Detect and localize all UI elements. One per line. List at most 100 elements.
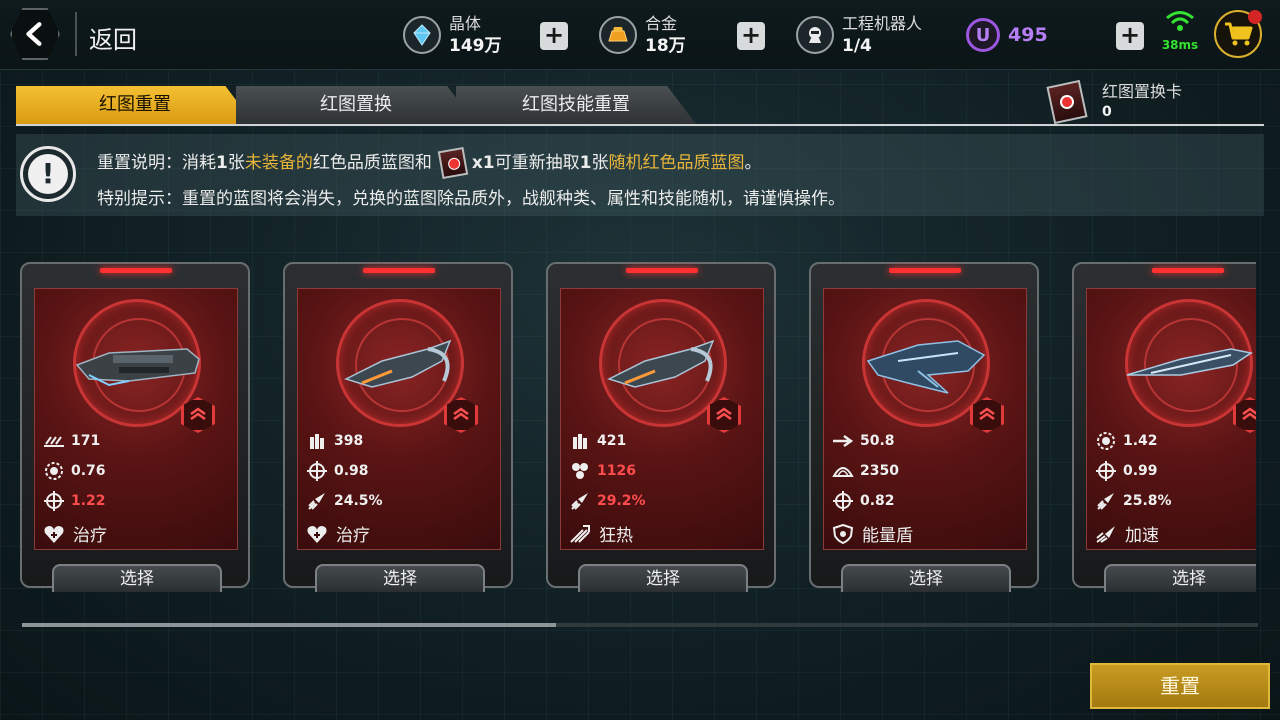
ammo-icon (306, 431, 328, 451)
stat-row: 2350 (832, 459, 899, 483)
stat-value: 50.8 (860, 433, 895, 449)
card-indicator-light (1152, 268, 1224, 273)
skill-row: 治疗 (306, 521, 370, 546)
blueprint-card[interactable]: 50.8 2350 0.82 能量盾 选择 (809, 262, 1039, 592)
blueprint-card[interactable]: 398 0.98 24.5% 治疗 选择 (283, 262, 513, 592)
crosshair-icon (43, 491, 65, 511)
select-button[interactable]: 选择 (841, 564, 1011, 592)
resource-value: 1/4 (842, 36, 872, 56)
shop-button[interactable] (1214, 10, 1262, 58)
stat-row: 25.8% (1095, 489, 1172, 513)
divider (75, 12, 77, 56)
stat-row: 0.99 (1095, 459, 1158, 483)
stat-value: 0.82 (860, 493, 895, 509)
add-alloy-button[interactable]: + (737, 22, 765, 50)
missile-salvo-icon (43, 431, 65, 451)
add-premium-button[interactable]: + (1116, 22, 1144, 50)
skill-label: 治疗 (336, 526, 370, 546)
stat-row: 24.5% (306, 489, 383, 513)
battleship-icon (1126, 348, 1253, 376)
select-button[interactable]: 选择 (1104, 564, 1256, 592)
crosshair-icon (306, 461, 328, 481)
stat-value: 29.2% (597, 493, 646, 509)
stat-row: 0.82 (832, 489, 895, 513)
skill-label: 加速 (1125, 526, 1159, 546)
notice-text: 1 (579, 153, 592, 173)
stat-row: 398 (306, 429, 363, 453)
stat-row: 29.2% (569, 489, 646, 513)
stat-row: 1.22 (43, 489, 106, 513)
stat-value: 1.42 (1123, 433, 1158, 449)
notification-dot (1248, 10, 1262, 24)
stat-value: 24.5% (334, 493, 383, 509)
skill-label: 狂热 (599, 526, 633, 546)
arrow-icon (832, 431, 854, 451)
exchange-card-icon (1046, 79, 1088, 125)
notice-text: 可重新抽取 (494, 153, 580, 173)
battleship-icon (866, 340, 986, 394)
battleship-icon (75, 348, 200, 387)
heal-icon (44, 525, 64, 543)
skill-row: 加速 (1095, 521, 1159, 546)
info-icon: ! (20, 146, 76, 202)
stat-value: 421 (597, 433, 627, 449)
back-button[interactable] (10, 8, 60, 60)
resource-value: 18万 (645, 36, 686, 56)
notice-text: 1 (216, 153, 228, 173)
notice-line-2: 特别提示：重置的蓝图将会消失，兑换的蓝图除品质外，战舰种类、属性和技能随机，请谨… (97, 189, 845, 209)
back-label[interactable]: 返回 (89, 20, 137, 55)
exchange-card-count: 红图置换卡 0 (1046, 79, 1183, 125)
select-button[interactable]: 选择 (52, 564, 222, 592)
resource-alloy: 合金 18万 (599, 0, 686, 70)
alloy-icon (599, 16, 637, 54)
stat-value: 0.98 (334, 463, 369, 479)
exchange-card-label: 红图置换卡 (1102, 82, 1183, 101)
resource-name: 晶体 (449, 14, 482, 33)
tab-red-blueprint-exchange[interactable]: 红图置换 (236, 86, 476, 124)
crosshair-icon (832, 491, 854, 511)
stat-value: 1126 (597, 463, 636, 479)
tab-red-blueprint-reset[interactable]: 红图重置 (16, 86, 254, 124)
premium-value: 495 (1008, 24, 1048, 46)
card-body: 171 0.76 1.22 治疗 (34, 288, 238, 550)
skill-label: 治疗 (73, 526, 107, 546)
skill-label: 能量盾 (862, 526, 913, 546)
ping-value: 38ms (1161, 38, 1199, 52)
resource-premium: U 495 (966, 0, 1048, 70)
crosshair-icon (1095, 461, 1117, 481)
card-indicator-light (363, 268, 435, 273)
resource-robot: 工程机器人 1/4 (796, 0, 922, 70)
notice-text: 张 (227, 153, 245, 173)
stat-row: 50.8 (832, 429, 895, 453)
notice-highlight: 未装备的 (244, 153, 313, 173)
card-indicator-light (889, 268, 961, 273)
notice-text: 张 (591, 153, 609, 173)
resource-value: 149万 (449, 36, 502, 56)
blueprint-card[interactable]: 171 0.76 1.22 治疗 选择 (20, 262, 250, 592)
tab-red-blueprint-skill-reset[interactable]: 红图技能重置 (456, 86, 696, 124)
skill-row: 能量盾 (832, 521, 913, 546)
blueprint-card[interactable]: 421 1126 29.2% 狂热 选择 (546, 262, 776, 592)
card-indicator-light (100, 268, 172, 273)
skill-row: 狂热 (569, 521, 633, 546)
card-body: 421 1126 29.2% 狂热 (560, 288, 764, 550)
add-crystal-button[interactable]: + (540, 22, 568, 50)
cart-icon (1225, 22, 1253, 46)
card-indicator-light (626, 268, 698, 273)
select-button[interactable]: 选择 (578, 564, 748, 592)
resource-name: 工程机器人 (842, 14, 923, 33)
robot-icon (796, 16, 834, 54)
blueprint-card[interactable]: 1.42 0.99 25.8% 加速 选择 (1072, 262, 1256, 592)
premium-currency-icon: U (966, 18, 1000, 52)
battleship-icon (606, 339, 715, 388)
gear-icon (1095, 431, 1117, 451)
top-bar: 返回 晶体 149万 + 合金 18万 + 工程机器人 1/4 U 495 + … (0, 0, 1280, 70)
select-button[interactable]: 选择 (315, 564, 485, 592)
blueprint-card-list[interactable]: 171 0.76 1.22 治疗 选择 398 0.98 24.5% 治疗 选择… (20, 262, 1256, 592)
resource-crystal: 晶体 149万 (403, 0, 502, 70)
tab-underline (16, 124, 1264, 126)
rocket-icon (306, 491, 328, 511)
scrollbar-thumb[interactable] (22, 623, 556, 627)
reset-button[interactable]: 重置 (1090, 663, 1270, 709)
skill-row: 治疗 (43, 521, 107, 546)
